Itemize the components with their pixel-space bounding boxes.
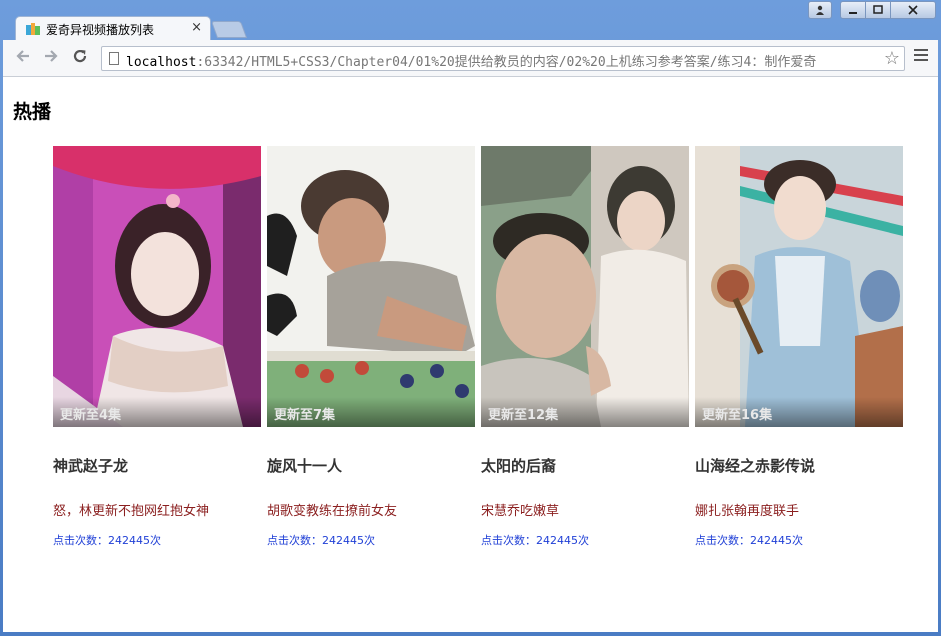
video-card: 更新至12集 太阳的后裔 宋慧乔吃嫩草 点击次数：242445次	[481, 146, 689, 547]
video-card: 更新至16集 山海经之赤影传说 娜扎张翰再度联手 点击次数：242445次	[695, 146, 903, 547]
video-poster[interactable]: 更新至12集	[481, 146, 689, 427]
browser-toolbar: localhost:63342/HTML5+CSS3/Chapter04/01%…	[3, 40, 938, 77]
poster-image-3	[481, 146, 689, 427]
hamburger-icon[interactable]	[914, 49, 928, 64]
maximize-icon[interactable]	[865, 1, 890, 19]
episode-badge: 更新至16集	[695, 397, 903, 427]
tab-close-icon[interactable]: ×	[191, 20, 202, 35]
video-card: 更新至7集 旋风十一人 胡歌变教练在撩前女友 点击次数：242445次	[267, 146, 475, 547]
video-title[interactable]: 旋风十一人	[267, 455, 342, 476]
minimize-icon[interactable]	[840, 1, 865, 19]
video-description: 娜扎张翰再度联手	[695, 504, 800, 519]
video-description: 胡歌变教练在撩前女友	[267, 504, 398, 519]
poster-image-1	[53, 146, 261, 427]
window-controls	[808, 1, 936, 19]
video-description: 怒，林更新不抱网红抱女神	[53, 504, 210, 519]
episode-badge: 更新至4集	[53, 397, 261, 427]
page-content: 热播 更新至4集 神武赵子龙 怒，林更新不抱网红抱女神 点击次数：242445次…	[3, 77, 938, 632]
reload-button[interactable]	[69, 48, 91, 68]
poster-image-2	[267, 146, 475, 427]
url-host: localhost	[126, 55, 197, 70]
click-count: 点击次数：242445次	[695, 534, 803, 547]
favicon-icon	[26, 23, 40, 35]
episode-badge: 更新至7集	[267, 397, 475, 427]
video-poster[interactable]: 更新至7集	[267, 146, 475, 427]
new-tab-button[interactable]	[210, 21, 248, 38]
video-title[interactable]: 山海经之赤影传说	[695, 455, 815, 476]
click-count: 点击次数：242445次	[53, 534, 161, 547]
page-icon	[109, 52, 119, 65]
video-description: 宋慧乔吃嫩草	[481, 504, 560, 519]
tab-strip: 爱奇异视频播放列表 ×	[0, 0, 941, 41]
reload-icon	[73, 49, 87, 63]
click-count: 点击次数：242445次	[267, 534, 375, 547]
episode-label: 更新至7集	[274, 408, 336, 423]
episode-badge: 更新至12集	[481, 397, 689, 427]
tab-title: 爱奇异视频播放列表	[46, 23, 155, 37]
url-text[interactable]: localhost:63342/HTML5+CSS3/Chapter04/01%…	[126, 51, 816, 70]
url-path: :63342/HTML5+CSS3/Chapter04/01%20提供给教员的内…	[196, 55, 817, 70]
page-heading: 热播	[13, 101, 52, 123]
video-title[interactable]: 太阳的后裔	[481, 455, 556, 476]
video-card: 更新至4集 神武赵子龙 怒，林更新不抱网红抱女神 点击次数：242445次	[53, 146, 261, 547]
poster-image-4	[695, 146, 903, 427]
address-bar[interactable]: localhost:63342/HTML5+CSS3/Chapter04/01%…	[101, 46, 905, 71]
episode-label: 更新至16集	[702, 408, 773, 423]
click-count: 点击次数：242445次	[481, 534, 589, 547]
video-poster[interactable]: 更新至4集	[53, 146, 261, 427]
close-icon[interactable]	[890, 1, 936, 19]
user-icon[interactable]	[808, 1, 832, 19]
star-icon[interactable]: ☆	[884, 48, 900, 69]
video-poster[interactable]: 更新至16集	[695, 146, 903, 427]
forward-button[interactable]	[40, 48, 62, 68]
episode-label: 更新至12集	[488, 408, 559, 423]
episode-label: 更新至4集	[60, 408, 122, 423]
video-title[interactable]: 神武赵子龙	[53, 455, 128, 476]
browser-window: 爱奇异视频播放列表 × localhost:63342/HTML5+CSS3/C…	[0, 0, 941, 636]
back-button[interactable]	[12, 48, 34, 68]
tab-active[interactable]: 爱奇异视频播放列表 ×	[15, 16, 211, 41]
arrow-left-icon	[16, 50, 29, 62]
arrow-right-icon	[45, 50, 58, 62]
